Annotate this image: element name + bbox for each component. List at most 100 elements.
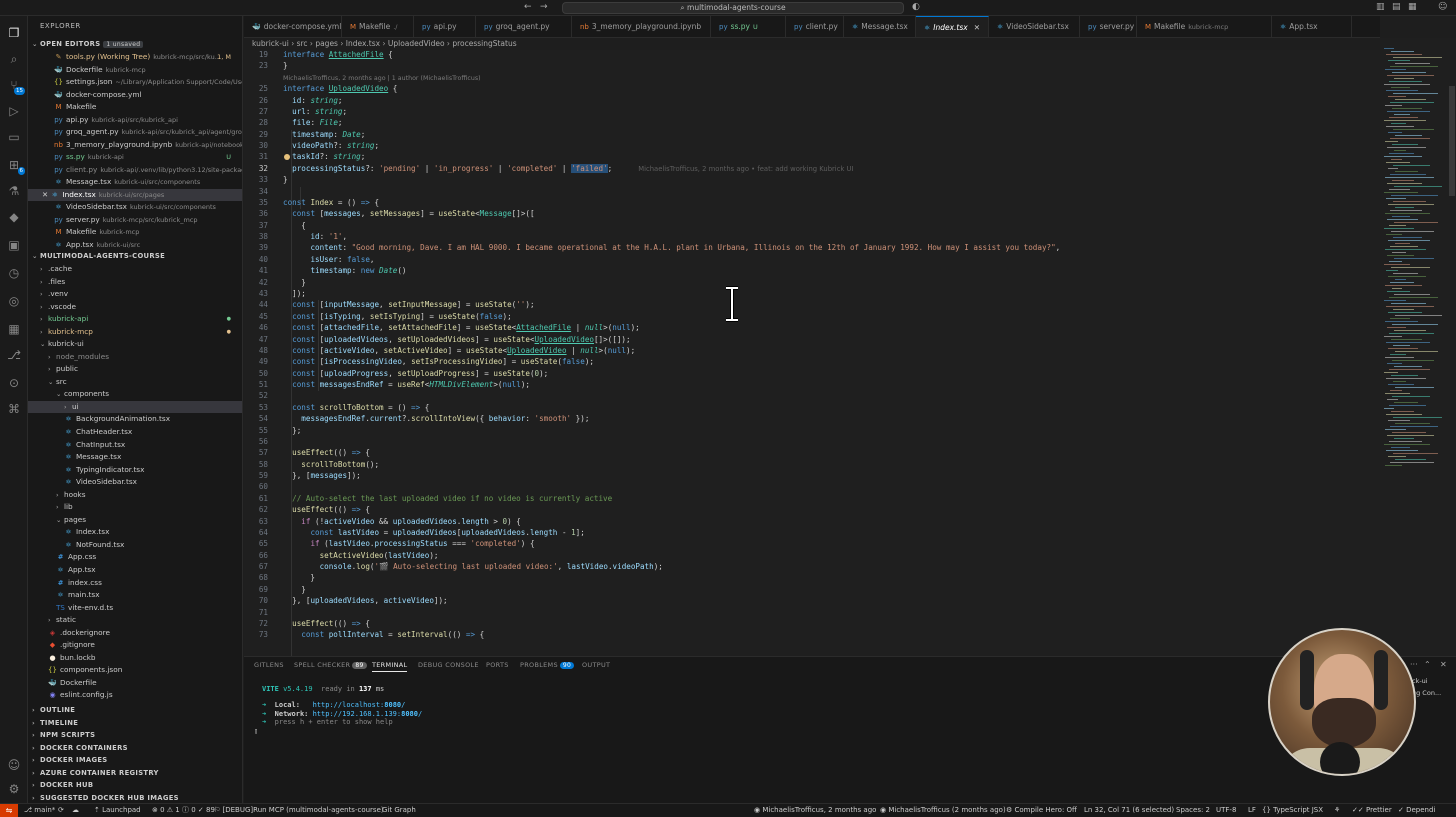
editor-tab[interactable]: 🐳 docker-compose.yml bbox=[244, 16, 342, 37]
close-editor-icon[interactable]: ✕ bbox=[42, 190, 50, 199]
code-line[interactable]: if (lastVideo.processingStatus === 'comp… bbox=[283, 539, 534, 548]
panel-tab[interactable]: DEBUG CONSOLE bbox=[418, 661, 479, 669]
editor-scrollbar[interactable] bbox=[1448, 38, 1456, 656]
testing-icon[interactable]: ⚗ bbox=[5, 182, 23, 200]
search-icon[interactable]: ⌕ bbox=[5, 50, 23, 68]
tree-item[interactable]: ◈ .dockerignore bbox=[28, 627, 242, 640]
editor-tab[interactable]: py groq_agent.py bbox=[476, 16, 572, 37]
tree-item[interactable]: › node_modules bbox=[28, 351, 242, 364]
tree-item[interactable]: ⚛ TypingIndicator.tsx bbox=[28, 464, 242, 477]
sidebar-section-header[interactable]: › AZURE CONTAINER REGISTRY bbox=[28, 767, 242, 779]
code-line[interactable]: }; bbox=[283, 426, 301, 435]
docker-icon[interactable]: ▣ bbox=[5, 236, 23, 254]
panel-tab[interactable]: PROBLEMS 90 bbox=[520, 661, 575, 669]
code-line[interactable]: const scrollToBottom = () => { bbox=[283, 403, 429, 412]
code-line[interactable]: if (!activeVideo && uploadedVideos.lengt… bbox=[283, 517, 521, 526]
codelens-blame[interactable]: MichaelisTrofficus, 2 months ago | 1 aut… bbox=[283, 75, 481, 82]
breadcrumb-item[interactable]: processingStatus bbox=[452, 39, 516, 48]
editor-tab[interactable]: py client.py bbox=[786, 16, 844, 37]
close-tab-icon[interactable]: ✕ bbox=[974, 23, 980, 32]
debug-config-status[interactable]: ⚐ [DEBUG]Run MCP (multimodal-agents-cour… bbox=[214, 804, 384, 817]
code-line[interactable]: timestamp: Date; bbox=[283, 130, 365, 139]
code-line[interactable]: id: string; bbox=[283, 96, 342, 105]
code-line[interactable]: const pollInterval = setInterval(() => { bbox=[283, 630, 484, 639]
code-line[interactable]: processingStatus?: 'pending' | 'in_progr… bbox=[283, 163, 854, 173]
bell-icon[interactable]: ⚘ bbox=[1334, 804, 1340, 817]
code-line[interactable]: const [messages, setMessages] = useState… bbox=[283, 209, 534, 218]
breadcrumb-item[interactable]: Index.tsx bbox=[346, 39, 380, 48]
eol-status[interactable]: LF bbox=[1248, 804, 1256, 817]
code-line[interactable]: interface UploadedVideo { bbox=[283, 84, 397, 93]
tree-item[interactable]: ⚛ main.tsx bbox=[28, 589, 242, 602]
code-line[interactable]: const [attachedFile, setAttachedFile] = … bbox=[283, 323, 640, 332]
tree-item[interactable]: › kubrick-mcp ● bbox=[28, 326, 242, 339]
tree-item[interactable]: 🐳 Dockerfile bbox=[28, 677, 242, 690]
tree-item[interactable]: ⌄ components bbox=[28, 388, 242, 401]
run-debug-icon[interactable]: ▷ bbox=[5, 102, 23, 120]
code-line[interactable]: console.log('🎬 Auto-selecting last uploa… bbox=[283, 562, 663, 571]
code-line[interactable]: videoPath?: string; bbox=[283, 141, 379, 150]
source-control-icon[interactable]: ⑂ 15 bbox=[5, 76, 25, 95]
terminal-list-item-kubrick-ui[interactable]: ck-ui bbox=[1412, 677, 1428, 685]
minimap[interactable] bbox=[1380, 38, 1448, 656]
compile-hero-status[interactable]: ⚙ Compile Hero: Off bbox=[1006, 804, 1077, 817]
copilot-icon[interactable]: ◐ bbox=[912, 2, 920, 12]
code-line[interactable]: // Auto-select the last uploaded video i… bbox=[283, 494, 612, 503]
remote-indicator-icon[interactable]: ⇋ bbox=[0, 804, 18, 817]
tree-item[interactable]: › hooks bbox=[28, 489, 242, 502]
sync-icon[interactable]: ⟳ bbox=[58, 804, 64, 817]
tree-item[interactable]: # index.css bbox=[28, 577, 242, 590]
github-icon[interactable]: ⊙ bbox=[5, 374, 23, 392]
maximize-panel-icon[interactable]: ⌃ bbox=[1424, 660, 1431, 669]
open-editor-item[interactable]: M Makefile bbox=[28, 101, 242, 114]
settings-gear-icon[interactable]: ⚙ bbox=[5, 780, 23, 798]
launchpad-status[interactable]: ⇡ Launchpad bbox=[94, 804, 141, 817]
editor-tab[interactable]: ⚛ VideoSidebar.tsx bbox=[989, 16, 1080, 37]
git-graph-status[interactable]: Git Graph bbox=[382, 804, 416, 817]
scrollbar-thumb[interactable] bbox=[1449, 86, 1455, 196]
panel-tab[interactable]: OUTPUT bbox=[582, 661, 610, 669]
code-line[interactable]: url: string; bbox=[283, 107, 347, 116]
breadcrumb-item[interactable]: UploadedVideo bbox=[388, 39, 445, 48]
tree-item[interactable]: ⚛ ChatHeader.tsx bbox=[28, 426, 242, 439]
editor-tab[interactable]: M Makefile ./ bbox=[342, 16, 414, 37]
code-line[interactable]: const [activeVideo, setActiveVideo] = us… bbox=[283, 346, 635, 355]
git-graph-icon[interactable]: ⎇ bbox=[5, 346, 23, 364]
explorer-icon[interactable]: ❐ bbox=[5, 24, 23, 42]
editor-tab[interactable]: ⚛ Message.tsx bbox=[844, 16, 916, 37]
panel-tab[interactable]: TERMINAL bbox=[372, 661, 408, 672]
code-line[interactable]: } bbox=[283, 175, 288, 184]
open-editor-item[interactable]: py client.py kubrick-api/.venv/lib/python3… bbox=[28, 164, 242, 177]
tree-item[interactable]: › public bbox=[28, 363, 242, 376]
code-line[interactable]: timestamp: new Date() bbox=[283, 266, 406, 275]
panel-tab[interactable]: GITLENS bbox=[254, 661, 284, 669]
layout-sidebar-icon[interactable]: ▥ bbox=[1376, 2, 1385, 12]
open-editor-item[interactable]: py groq_agent.py kubrick-api/src/kubrick_a… bbox=[28, 126, 242, 139]
indentation-status[interactable]: Spaces: 2 bbox=[1176, 804, 1210, 817]
author-status[interactable]: ◉ MichaelisTrofficus (2 months ago) bbox=[880, 804, 1006, 817]
editor-tab[interactable]: ⚛ App.tsx bbox=[1272, 16, 1352, 37]
code-line[interactable]: } bbox=[283, 573, 315, 582]
copilot-chat-icon[interactable]: ◎ bbox=[5, 292, 23, 310]
open-editor-item[interactable]: py ss.py kubrick-api U bbox=[28, 151, 242, 164]
prettier-status[interactable]: ✓✓ Prettier bbox=[1352, 804, 1392, 817]
code-line[interactable]: const lastVideo = uploadedVideos[uploade… bbox=[283, 528, 584, 537]
code-line[interactable]: content: "Good morning, Dave. I am HAL 9… bbox=[283, 243, 1060, 252]
tree-item[interactable]: ⚛ App.tsx bbox=[28, 564, 242, 577]
open-editor-item[interactable]: py api.py kubrick-api/src/kubrick_api bbox=[28, 114, 242, 127]
editor-tab[interactable]: M Makefile kubrick-mcp bbox=[1137, 16, 1272, 37]
close-panel-icon[interactable]: ✕ bbox=[1440, 660, 1447, 669]
problems-status[interactable]: ⊗ 0 ⚠ 1 ⓘ 0 ✓ 89 bbox=[152, 804, 215, 817]
editor-tab[interactable]: py api.py bbox=[414, 16, 476, 37]
remote-explorer-icon[interactable]: ▭ bbox=[5, 128, 23, 146]
dependi-status[interactable]: ✓ Dependi bbox=[1398, 804, 1435, 817]
code-line[interactable]: const [uploadedVideos, setUploadedVideos… bbox=[283, 335, 630, 344]
code-line[interactable]: } bbox=[283, 585, 306, 594]
breadcrumb-item[interactable]: src bbox=[297, 39, 308, 48]
sidebar-section-header[interactable]: › OUTLINE bbox=[28, 704, 242, 716]
code-line[interactable]: const [isTyping, setIsTyping] = useState… bbox=[283, 312, 512, 321]
sidebar-section-header[interactable]: › NPM SCRIPTS bbox=[28, 729, 242, 741]
tree-item[interactable]: › kubrick-api ● bbox=[28, 313, 242, 326]
tree-item[interactable]: › ui bbox=[28, 400, 242, 414]
breadcrumb-item[interactable]: pages bbox=[315, 39, 338, 48]
